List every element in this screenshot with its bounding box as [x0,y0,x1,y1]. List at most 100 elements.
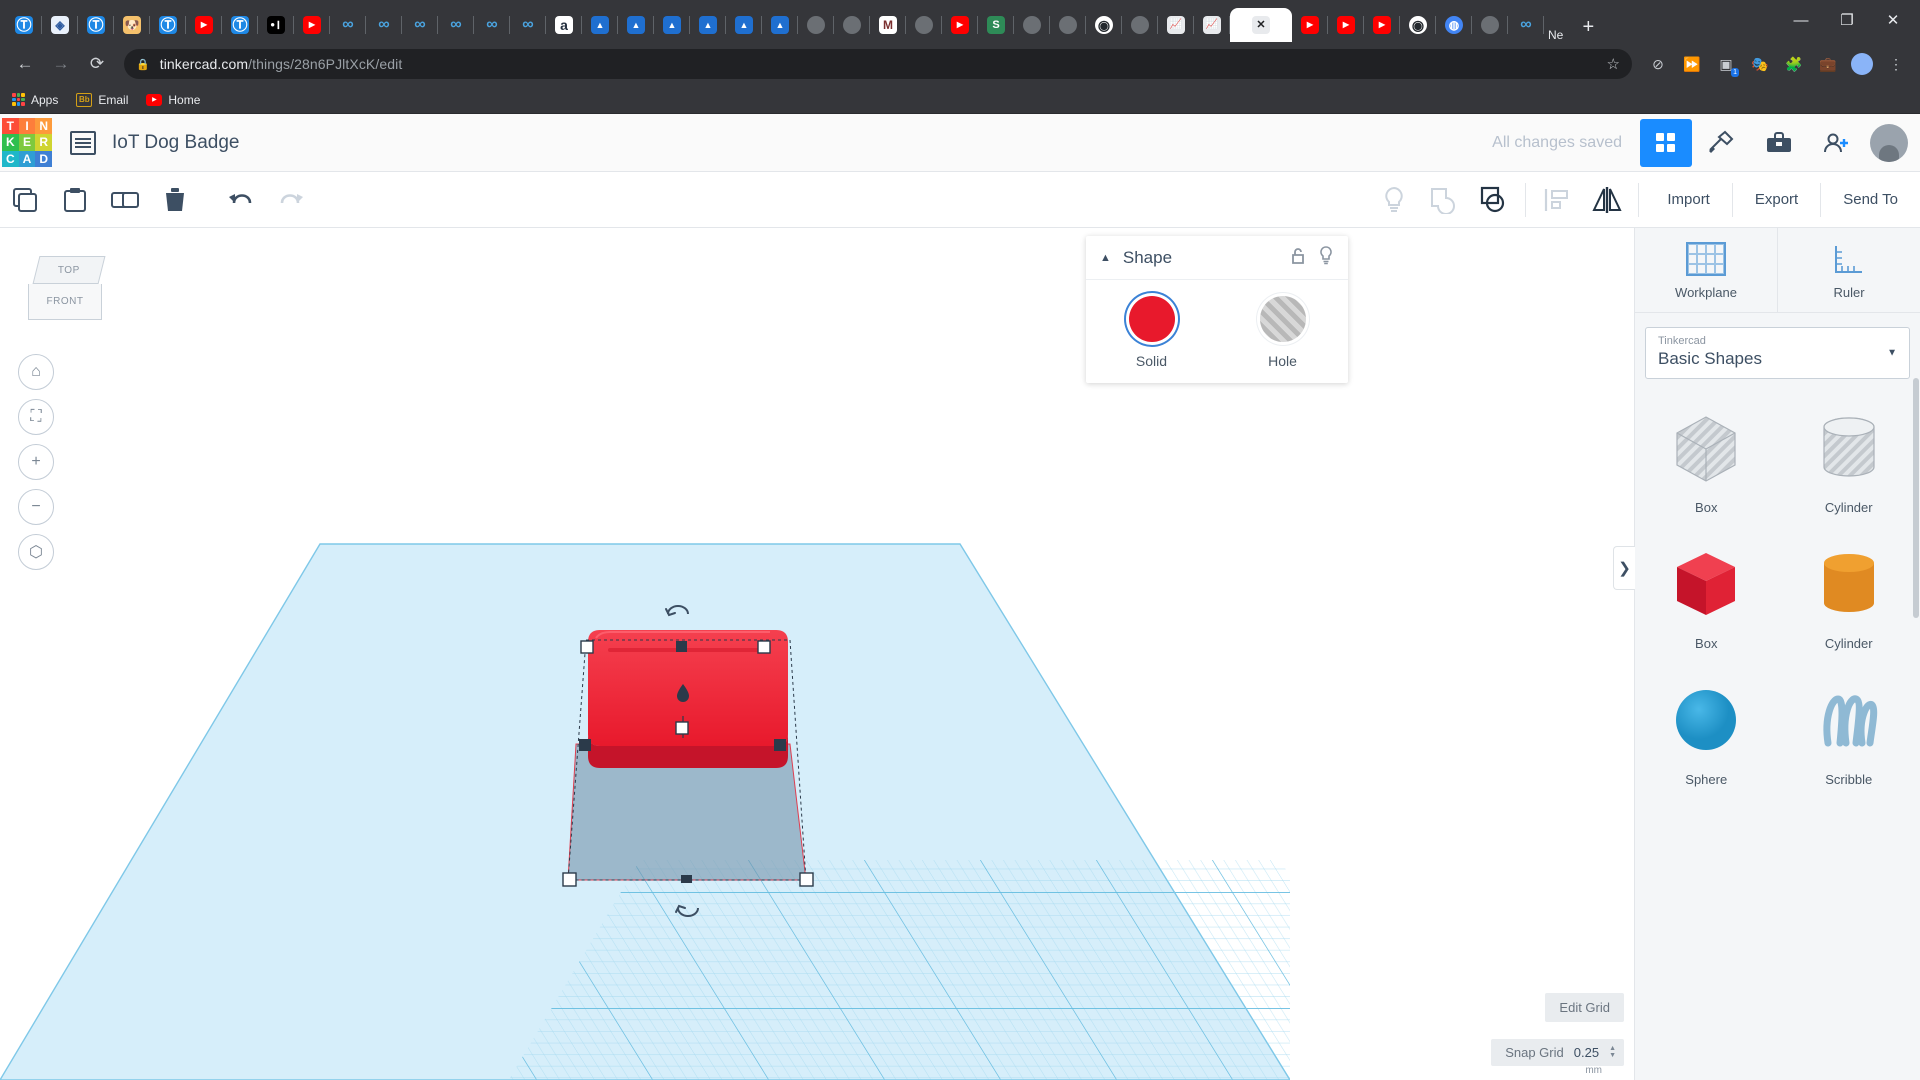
address-bar[interactable]: 🔒 tinkercad.com/things/28n6PJltXcK/edit … [124,49,1632,79]
active-tab[interactable] [1230,8,1292,42]
fit-view-button[interactable]: ⛶ [18,399,54,435]
music-tab[interactable] [1050,8,1086,42]
light-button[interactable] [1369,172,1419,228]
back-button[interactable]: ← [10,49,40,79]
paste-button[interactable] [50,172,100,228]
autodesk-tab-2[interactable] [618,8,654,42]
puzzle-extension-icon[interactable]: 🧩 [1780,50,1808,78]
snap-grid-value[interactable]: 0.25 [1574,1045,1599,1060]
chart-tab-1[interactable] [1158,8,1194,42]
solid-color-swatch[interactable] [1128,296,1175,342]
shape-cylinder-hole[interactable]: Cylinder [1778,397,1920,533]
zoom-out-button[interactable]: − [18,489,54,525]
orthographic-button[interactable]: ⬡ [18,534,54,570]
hole-swatch[interactable] [1259,296,1306,342]
zoom-in-button[interactable]: + [18,444,54,480]
shape-cylinder-solid[interactable]: Cylinder [1778,533,1920,669]
duplicate-button[interactable] [100,172,150,228]
chart-tab-2[interactable] [1194,8,1230,42]
github-tab-2[interactable] [1400,8,1436,42]
align-button[interactable] [1532,172,1582,228]
ruler-tool[interactable]: Ruler [1778,228,1920,312]
solid-option[interactable]: Solid [1086,296,1217,369]
home-view-button[interactable]: ⌂ [18,354,54,390]
snap-grid-control[interactable]: Snap Grid 0.25 ▲ ▼ mm [1491,1039,1624,1076]
user-avatar[interactable] [1870,123,1908,162]
code-view-button[interactable] [1692,114,1750,172]
bookmark-email[interactable]: Bb Email [76,92,128,107]
sidebar-scrollbar[interactable] [1913,378,1919,618]
blank-tab-3[interactable] [906,8,942,42]
copy-button[interactable] [0,172,50,228]
spotify-tab[interactable] [978,8,1014,42]
workplane-canvas[interactable]: TOP FRONT ⌂ ⛶ + − ⬡ Edit Grid Snap Grid 0.25… [0,228,1634,1080]
profile-avatar-icon[interactable] [1848,50,1876,78]
autodesk-tab-1[interactable] [582,8,618,42]
blocks-view-button[interactable] [1640,118,1692,167]
chrome-menu-icon[interactable]: ⋮ [1882,50,1910,78]
reload-button[interactable]: ⟳ [82,49,112,79]
tinkercad-logo[interactable]: TINKERCAD [2,117,52,168]
bookmark-home[interactable]: ▶ Home [146,93,200,107]
bookmark-star-icon[interactable]: ☆ [1607,55,1620,73]
sidebar-collapse-handle[interactable]: ❯ [1613,546,1635,590]
shape-sphere[interactable]: Sphere [1635,669,1778,805]
view-cube-top-face[interactable]: TOP [32,256,106,284]
tinkercad-tab-2[interactable] [78,8,114,42]
youtube-tab-3[interactable] [942,8,978,42]
blank-tab-1[interactable] [798,8,834,42]
invite-button[interactable] [1808,114,1866,172]
group-button[interactable] [1419,172,1469,228]
youtube-tab-1[interactable] [186,8,222,42]
shape-box-solid[interactable]: Box [1635,533,1778,669]
autodesk-tab-3[interactable] [654,8,690,42]
workplane-tool[interactable]: Workplane [1635,228,1778,312]
maps-tab[interactable] [870,8,906,42]
globe-tab[interactable] [1436,8,1472,42]
youtube-tab-5[interactable] [1328,8,1364,42]
delete-button[interactable] [150,172,200,228]
forward-button[interactable]: → [46,49,76,79]
blank-tab-5[interactable] [1472,8,1508,42]
codecademy-tab-4[interactable] [438,8,474,42]
tab-overflow-label[interactable]: Ne [1544,28,1567,42]
unlock-icon[interactable] [1290,247,1306,269]
codecademy-tab-3[interactable] [402,8,438,42]
blank-tab-4[interactable] [1122,8,1158,42]
3d-viewer-tab[interactable] [42,8,78,42]
edit-grid-button[interactable]: Edit Grid [1545,993,1624,1022]
redo-button[interactable] [266,172,316,228]
triangle-up-icon[interactable]: ▲ [1100,252,1111,264]
view-cube[interactable]: TOP FRONT [28,256,106,332]
view-cube-front-face[interactable]: FRONT [28,284,102,320]
tinkercad-tab-1[interactable] [6,8,42,42]
autodesk-tab-6[interactable] [762,8,798,42]
codecademy-tab-6[interactable] [510,8,546,42]
codecademy-tab-1[interactable] [330,8,366,42]
codecademy-tab-5[interactable] [474,8,510,42]
amazon-tab[interactable] [546,8,582,42]
autodesk-tab-5[interactable] [726,8,762,42]
new-tab-button[interactable]: + [1573,12,1603,42]
medium-tab[interactable] [258,8,294,42]
blank-tab-2[interactable] [834,8,870,42]
youtube-tab-2[interactable] [294,8,330,42]
tinkercad-tab-3[interactable] [150,8,186,42]
window-maximize-button[interactable]: ❐ [1824,4,1870,36]
orange-extension-icon[interactable]: ⏩ [1678,50,1706,78]
codecademy-tab-2[interactable] [366,8,402,42]
import-button[interactable]: Import [1645,182,1733,217]
dog-photo-tab[interactable] [114,8,150,42]
youtube-tab-4[interactable] [1292,8,1328,42]
tinkercad-tab-4[interactable] [222,8,258,42]
ungroup-button[interactable] [1469,172,1519,228]
badge-extension-icon[interactable]: ▣ 1 [1712,50,1740,78]
bookmark-apps[interactable]: Apps [12,93,58,107]
settings-tab[interactable] [1014,8,1050,42]
autodesk-tab-4[interactable] [690,8,726,42]
github-tab-1[interactable] [1086,8,1122,42]
export-button[interactable]: Export [1733,182,1822,217]
page-title[interactable]: IoT Dog Badge [112,132,239,154]
shape-box-hole[interactable]: Box [1635,397,1778,533]
window-close-button[interactable]: ✕ [1870,4,1916,36]
